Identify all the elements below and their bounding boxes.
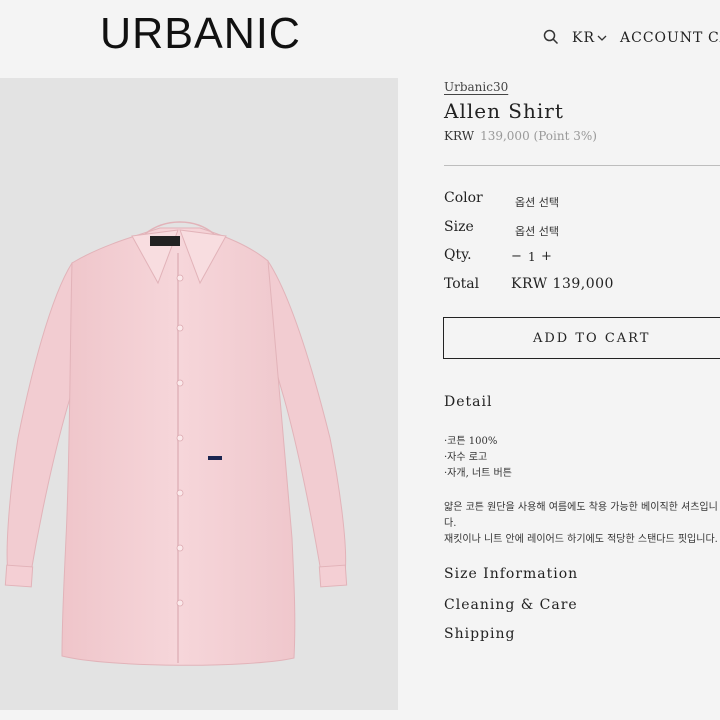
size-information-link[interactable]: Size Information bbox=[444, 566, 578, 582]
size-label: Size bbox=[444, 219, 474, 235]
detail-bullet: ·코튼 100% bbox=[444, 436, 498, 447]
chevron-down-icon bbox=[597, 35, 607, 41]
shirt-illustration bbox=[4, 221, 348, 666]
total-value: KRW 139,000 bbox=[511, 276, 614, 292]
divider bbox=[444, 165, 720, 166]
product-price: KRW 139,000 (Point 3%) bbox=[444, 129, 597, 143]
qty-value[interactable]: 1 bbox=[528, 250, 536, 264]
price-currency: KRW bbox=[444, 129, 475, 143]
language-label: KR bbox=[572, 30, 595, 46]
detail-description: 재킷이나 니트 안에 레이어드 하기에도 적당한 스탠다드 핏입니다. bbox=[444, 534, 718, 545]
product-image bbox=[0, 78, 398, 710]
language-selector[interactable]: KR bbox=[572, 30, 607, 46]
add-to-cart-button[interactable]: ADD TO CART bbox=[443, 317, 720, 359]
qty-minus-button[interactable]: − bbox=[511, 249, 522, 264]
product-title: Allen Shirt bbox=[444, 99, 564, 123]
size-select[interactable]: 옵션 선택 bbox=[515, 223, 559, 239]
cleaning-care-link[interactable]: Cleaning & Care bbox=[444, 597, 578, 613]
color-label: Color bbox=[444, 190, 483, 206]
detail-description: 다. bbox=[444, 518, 457, 529]
account-link[interactable]: ACCOUNT bbox=[620, 30, 703, 46]
qty-plus-button[interactable]: + bbox=[541, 249, 552, 264]
price-points: (Point 3%) bbox=[533, 129, 597, 143]
total-label: Total bbox=[444, 276, 480, 292]
detail-heading[interactable]: Detail bbox=[444, 394, 492, 410]
detail-bullet: ·자수 로고 bbox=[444, 452, 488, 463]
cart-link[interactable]: CART bbox=[708, 30, 720, 46]
brand-logo[interactable]: URBANIC bbox=[100, 10, 301, 58]
detail-bullet: ·자개, 너트 버튼 bbox=[444, 468, 512, 479]
color-select[interactable]: 옵션 선택 bbox=[515, 194, 559, 210]
brand-link[interactable]: Urbanic30 bbox=[444, 80, 508, 94]
qty-label: Qty. bbox=[444, 247, 472, 263]
price-value: 139,000 bbox=[480, 129, 530, 143]
search-icon[interactable] bbox=[543, 29, 559, 45]
shipping-link[interactable]: Shipping bbox=[444, 626, 515, 642]
detail-description: 얇은 코튼 원단을 사용해 여름에도 착용 가능한 베이직한 셔츠입니 bbox=[444, 502, 718, 513]
